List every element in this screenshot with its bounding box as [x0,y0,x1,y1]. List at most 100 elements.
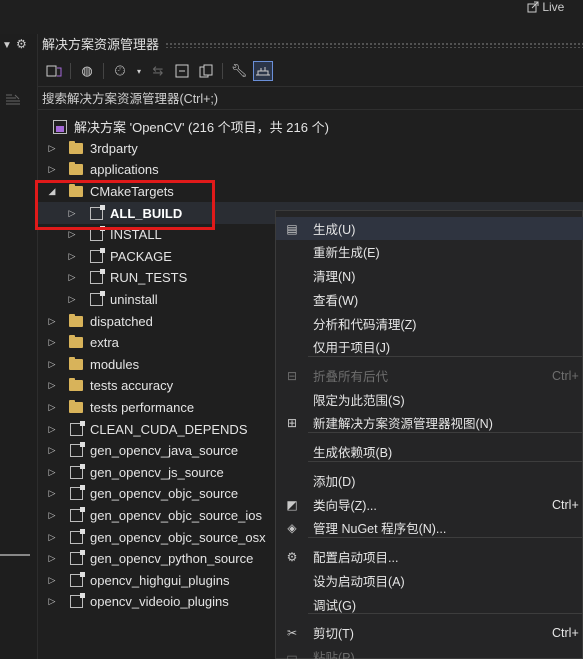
solution-icon [52,119,68,134]
share-icon [527,1,539,13]
tree-item-label: applications [90,162,159,178]
collapsed-arrow-icon[interactable]: ▷ [66,272,78,283]
menu-item-label: 调试(G) [313,599,357,613]
show-all-files-icon[interactable] [196,61,216,81]
tree-item-label: tests accuracy [90,378,174,394]
expanded-arrow-icon[interactable]: ◢ [46,186,58,197]
collapsed-arrow-icon[interactable]: ▷ [46,467,58,478]
list-icon[interactable] [6,94,20,106]
project-icon [68,420,85,436]
tree-item-label: gen_opencv_java_source [90,443,239,459]
tree-item-3rdparty[interactable]: ▷ 3rdparty [38,138,583,160]
context-menu: ▤ 生成(U) 重新生成(E) 清理(N) 查看(W) 分析和代码清理(Z) 仅用于项目(J… [275,210,583,659]
tree-item-label: modules [90,356,140,372]
collapsed-arrow-icon[interactable]: ▷ [46,532,58,543]
scissors-icon: ✂ [286,625,298,640]
tree-solution-node[interactable]: 解决方案 'OpenCV' (216 个项目，共 216 个) [38,116,583,138]
build-icon: ▤ [286,221,298,236]
collapsed-arrow-icon[interactable]: ▷ [66,294,78,305]
collapsed-arrow-icon[interactable]: ▷ [46,380,58,391]
solution-label: 解决方案 'OpenCV' (216 个项目，共 216 个) [74,120,329,136]
collapsed-arrow-icon[interactable]: ▷ [66,229,78,240]
left-panel-strip: ▼ ⚙ [0,34,38,659]
collapsed-arrow-icon[interactable]: ▷ [46,316,58,327]
gear-icon[interactable]: ⚙ [16,37,27,51]
menu-item-1[interactable]: 重新生成(E) [276,240,583,263]
tree-item-applications[interactable]: ▷ applications [38,159,583,181]
live-share-button[interactable]: Live [523,0,583,16]
menu-item-label: 生成(U) [313,223,356,237]
menu-separator [308,356,583,357]
sync-icon[interactable]: ⇆ [148,61,168,81]
menu-item-4[interactable]: 分析和代码清理(Z) [276,312,583,335]
folder-icon [68,335,84,350]
title-grip[interactable] [165,42,583,48]
folder-icon [68,162,84,177]
menu-item-9[interactable]: 生成依赖项(B) [276,440,583,463]
globe-icon[interactable]: ◍ [77,61,97,81]
collapsed-arrow-icon[interactable]: ▷ [46,596,58,607]
properties-wrench-icon[interactable]: 🔧︎ [229,61,249,81]
tree-item-label: tests performance [90,400,195,416]
collapsed-arrow-icon[interactable]: ▷ [46,445,58,456]
menu-item-7[interactable]: 限定为此范围(S) [276,388,583,411]
panel-title: 解决方案资源管理器 [42,37,160,52]
tree-item-label: CLEAN_CUDA_DEPENDS [90,421,248,437]
collapsed-arrow-icon[interactable]: ▷ [66,251,78,262]
collapsed-arrow-icon[interactable]: ▷ [66,208,78,219]
menu-item-0[interactable]: ▤ 生成(U) [276,217,583,240]
switch-views-icon[interactable] [44,61,64,81]
collapse-all-icon[interactable] [172,61,192,81]
menu-item-13[interactable]: ⚙ 配置启动项目... [276,545,583,568]
menu-item-12[interactable]: ◈ 管理 NuGet 程序包(N)... [276,516,583,539]
collapsed-arrow-icon[interactable]: ▷ [46,488,58,499]
tree-item-label: opencv_videoio_plugins [90,594,229,610]
menu-item-label: 重新生成(E) [313,246,380,260]
collapsed-arrow-icon[interactable]: ▷ [46,424,58,435]
menu-item-2[interactable]: 清理(N) [276,264,583,287]
collapsed-arrow-icon[interactable]: ▷ [46,359,58,370]
tree-item-label: gen_opencv_objc_source [90,486,239,502]
menu-item-6: ⊟ 折叠所有后代 Ctrl+ [276,364,583,387]
collapsed-arrow-icon[interactable]: ▷ [46,575,58,586]
class-wizard-icon: ◩ [286,497,298,512]
tree-item-label: extra [90,335,119,351]
menu-item-label: 生成依赖项(B) [313,446,393,460]
tree-item-label: ALL_BUILD [110,205,183,221]
menu-item-label: 类向导(Z)... [313,499,377,513]
dropdown-caret-icon[interactable]: ▼ [2,40,12,51]
preview-selected-icon[interactable] [253,61,273,81]
menu-item-shortcut: Ctrl+ [552,625,579,640]
menu-item-11[interactable]: ◩ 类向导(Z)... Ctrl+ [276,493,583,516]
menu-item-3[interactable]: 查看(W) [276,288,583,311]
menu-item-10[interactable]: 添加(D) [276,469,583,492]
menu-item-label: 限定为此范围(S) [313,394,405,408]
project-icon [88,291,105,307]
menu-item-8[interactable]: ⊞ 新建解决方案资源管理器视图(N) [276,411,583,434]
collapsed-arrow-icon[interactable]: ▷ [46,143,58,154]
history-icon[interactable]: 🕘︎ [110,61,130,81]
tree-item-label: INSTALL [110,227,162,243]
top-bar: Live [0,0,583,34]
collapsed-arrow-icon[interactable]: ▷ [46,337,58,348]
menu-item-14[interactable]: 设为启动项目(A) [276,569,583,592]
tree-item-label: gen_opencv_objc_source_osx [90,529,266,545]
menu-item-shortcut: Ctrl+ [552,368,579,383]
search-input[interactable]: 搜索解决方案资源管理器(Ctrl+;) [38,86,583,110]
folder-icon [68,356,84,371]
tree-item-label: uninstall [110,292,158,308]
menu-separator [308,461,583,462]
project-icon [68,485,85,501]
history-dropdown-icon[interactable]: ▾ [134,61,144,81]
menu-item-label: 清理(N) [313,270,356,284]
search-placeholder: 搜索解决方案资源管理器(Ctrl+;) [42,92,219,106]
project-icon [88,226,105,242]
menu-item-5[interactable]: 仅用于项目(J) [276,335,583,358]
tree-item-cmaketargets[interactable]: ◢ CMakeTargets [38,181,583,203]
collapsed-arrow-icon[interactable]: ▷ [46,164,58,175]
collapsed-arrow-icon[interactable]: ▷ [46,402,58,413]
collapsed-arrow-icon[interactable]: ▷ [46,553,58,564]
collapsed-arrow-icon[interactable]: ▷ [46,510,58,521]
menu-item-16[interactable]: ✂ 剪切(T) Ctrl+ [276,621,583,644]
folder-icon [68,378,84,393]
